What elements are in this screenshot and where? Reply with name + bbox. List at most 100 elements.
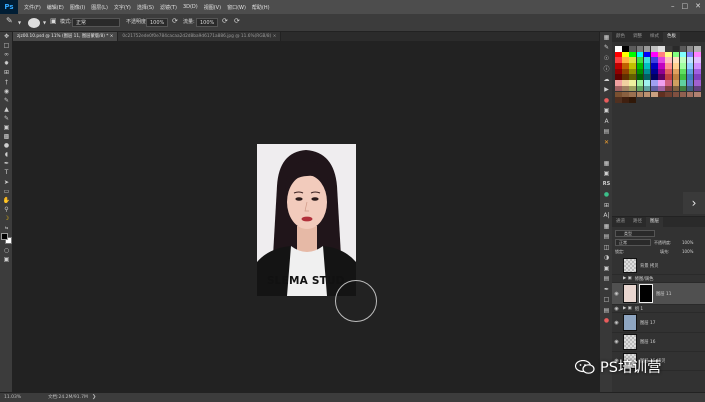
swatch-cell[interactable]	[679, 85, 687, 92]
menu-edit[interactable]: 编辑(E)	[47, 4, 64, 11]
quick-select-tool-icon[interactable]: ✸	[0, 59, 13, 68]
tab-styles[interactable]: 样式	[646, 32, 663, 42]
swatch-cell[interactable]	[629, 85, 636, 92]
marquee-tool-icon[interactable]: □	[0, 41, 13, 50]
swatch-cell[interactable]	[665, 46, 672, 52]
swatch-cell[interactable]	[694, 63, 701, 69]
pressure-size-icon[interactable]: ⟳	[234, 17, 240, 26]
swatch-cell[interactable]	[636, 57, 644, 63]
swatch-cell[interactable]	[643, 74, 651, 80]
menu-view[interactable]: 视图(V)	[204, 4, 221, 11]
swatch-cell[interactable]	[615, 57, 622, 63]
swatch-cell[interactable]	[694, 85, 701, 92]
swatch-cell[interactable]	[650, 85, 658, 92]
maximize-icon[interactable]: □	[682, 2, 689, 10]
swatch-cell[interactable]	[629, 97, 636, 103]
swatch-cell[interactable]	[658, 46, 665, 52]
swatch-cell[interactable]	[686, 57, 694, 63]
type-tool-icon[interactable]: T	[0, 168, 13, 177]
swatch-cell[interactable]	[643, 46, 651, 52]
tab-layers-2[interactable]: 路径	[629, 217, 646, 227]
swatch-cell[interactable]	[694, 57, 701, 63]
swatch-cell[interactable]	[658, 57, 665, 63]
lasso-tool-icon[interactable]: ∞	[0, 50, 13, 59]
swatch-cell[interactable]	[694, 80, 701, 86]
swatch-cell[interactable]	[679, 68, 687, 75]
path-select-tool-icon[interactable]: ➤	[0, 178, 13, 187]
brush-tool-icon[interactable]: ✎	[6, 16, 13, 25]
layer-opacity-value[interactable]: 100%	[682, 240, 693, 245]
swatch-cell[interactable]	[686, 68, 694, 75]
tab-adjustments[interactable]: 调整	[629, 32, 646, 42]
swatch-cell[interactable]	[686, 85, 694, 92]
flow-input[interactable]: 100%	[196, 18, 218, 27]
swatch-cell[interactable]	[672, 68, 680, 75]
swatch-cell[interactable]	[658, 74, 665, 80]
swatch-cell[interactable]	[694, 68, 701, 75]
swatch-cell[interactable]	[629, 57, 636, 63]
swatch-cell[interactable]	[694, 51, 701, 58]
swatch-cell[interactable]	[622, 63, 629, 69]
swatch-cell[interactable]	[615, 74, 622, 80]
swatch-cell[interactable]	[622, 85, 629, 92]
swatch-cell[interactable]	[679, 46, 687, 52]
swatch-cell[interactable]	[665, 51, 672, 58]
swatch-cell[interactable]	[665, 63, 672, 69]
layer-row-selected[interactable]: ◉ 图层 11	[612, 283, 705, 305]
swatch-cell[interactable]	[665, 57, 672, 63]
swatch-cell[interactable]	[672, 51, 680, 58]
swatch-cell[interactable]	[622, 51, 629, 58]
swatch-cell[interactable]	[629, 80, 636, 86]
crop-tool-icon[interactable]: ⊞	[0, 68, 13, 77]
swatch-cell[interactable]	[636, 74, 644, 80]
layer-row[interactable]: ◉ 图层 16	[612, 333, 705, 352]
swatch-cell[interactable]	[622, 74, 629, 80]
swatch-cell[interactable]	[672, 85, 680, 92]
swatch-cell[interactable]	[629, 63, 636, 69]
swatch-cell[interactable]	[643, 80, 651, 86]
swatch-cell[interactable]	[686, 91, 694, 97]
eraser-tool-icon[interactable]: ▣	[0, 123, 13, 132]
screen-mode-icon[interactable]: ▣	[0, 255, 13, 264]
swatch-cell[interactable]	[665, 91, 672, 97]
tab-jpg[interactable]: 0c21752ede0f0e784cacaa2d2d8ba9d6171a886.…	[118, 32, 282, 41]
close-icon[interactable]: ✕	[695, 2, 701, 10]
dodge-tool-icon[interactable]: ◖	[0, 150, 13, 159]
menu-type[interactable]: 文字(Y)	[114, 4, 131, 11]
blur-tool-icon[interactable]: ●	[0, 141, 13, 150]
swatch-cell[interactable]	[629, 91, 636, 97]
tab-layers-1[interactable]: 通道	[612, 217, 629, 227]
swatch-cell[interactable]	[672, 91, 680, 97]
blend-mode-select[interactable]: 正常	[615, 239, 651, 246]
swatch-cell[interactable]	[694, 46, 701, 52]
swatch-cell[interactable]	[629, 74, 636, 80]
opacity-input[interactable]: 100%	[146, 18, 168, 27]
pen-tool-icon[interactable]: ✒	[0, 159, 13, 168]
swatch-cell[interactable]	[636, 68, 644, 75]
menu-file[interactable]: 文件(F)	[24, 4, 41, 11]
swatch-cell[interactable]	[615, 46, 622, 52]
swatch-cell[interactable]	[658, 85, 665, 92]
brush-panel-icon[interactable]: ▣	[50, 17, 57, 26]
swatch-cell[interactable]	[622, 97, 629, 103]
status-arrow-icon[interactable]: ❯	[92, 393, 96, 402]
menu-layer[interactable]: 图层(L)	[91, 4, 108, 11]
swatch-cell[interactable]	[650, 63, 658, 69]
tab-swatches[interactable]: 色板	[663, 32, 680, 42]
swatch-cell[interactable]	[694, 91, 701, 97]
swatch-cell[interactable]	[672, 74, 680, 80]
swatch-cell[interactable]	[650, 51, 658, 58]
layer-row[interactable]: ◉ 图层 17	[612, 313, 705, 333]
swatch-cell[interactable]	[658, 51, 665, 58]
swatch-cell[interactable]	[672, 57, 680, 63]
swatch-cell[interactable]	[679, 74, 687, 80]
swatch-cell[interactable]	[679, 91, 687, 97]
eyedropper-tool-icon[interactable]: †	[0, 77, 13, 86]
swatch-cell[interactable]	[636, 80, 644, 86]
clone-stamp-tool-icon[interactable]: ▲	[0, 105, 13, 114]
pressure-opacity-icon[interactable]: ⟳	[172, 17, 178, 26]
swatch-cell[interactable]	[686, 46, 694, 52]
expand-panel-arrow-icon[interactable]: ›	[683, 192, 705, 214]
tab-color[interactable]: 颜色	[612, 32, 629, 42]
swatch-cell[interactable]	[658, 68, 665, 75]
